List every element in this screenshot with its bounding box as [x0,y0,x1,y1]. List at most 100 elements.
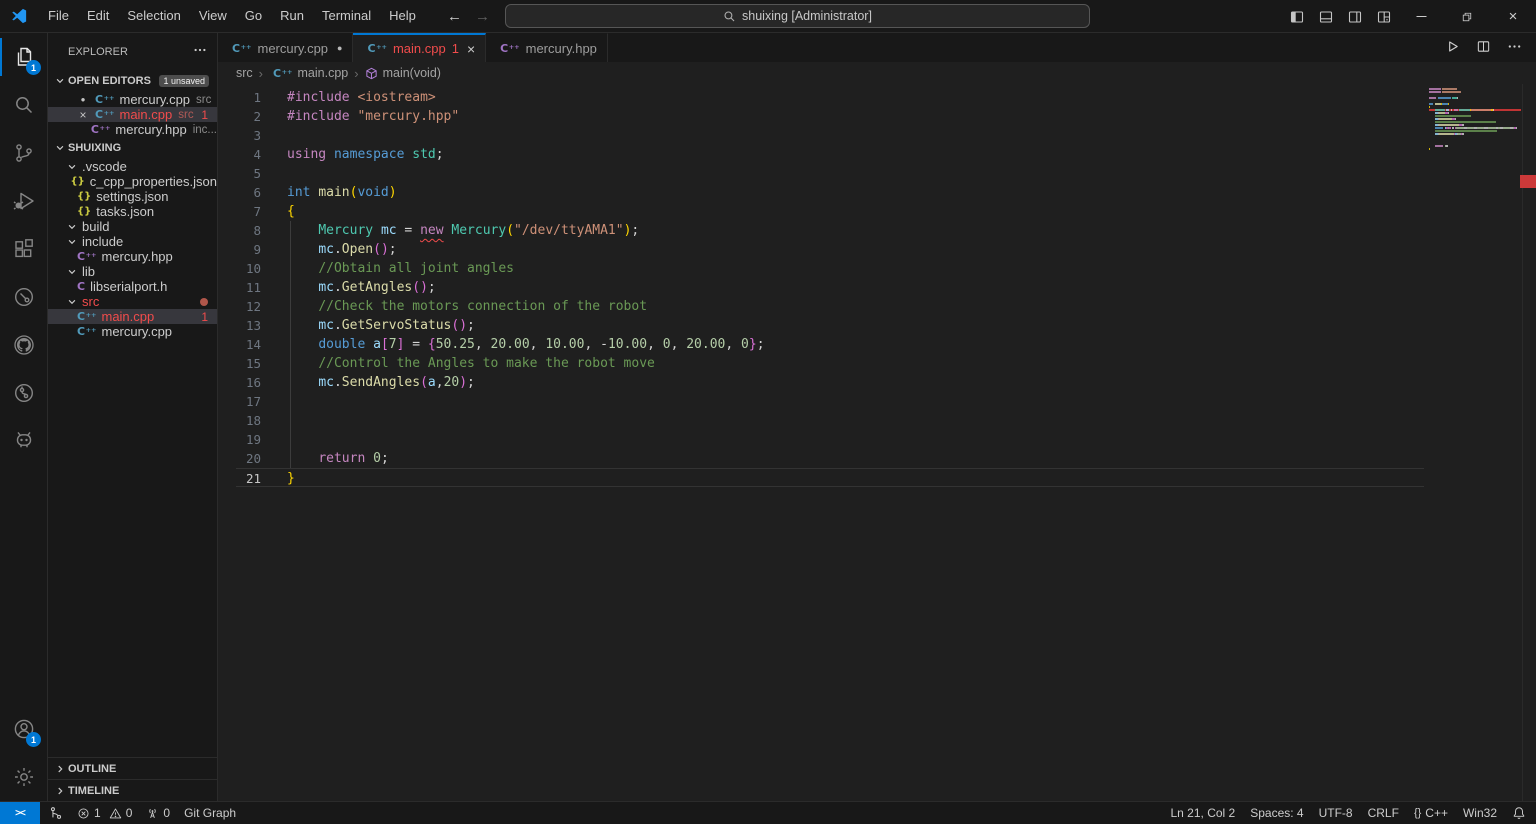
code-line-12[interactable]: 12 //Check the motors connection of the … [218,297,1536,316]
line-number[interactable]: 4 [218,145,261,164]
workspace-header[interactable]: SHUIXING [48,137,217,159]
code-line-1[interactable]: 1#include <iostream> [218,88,1536,107]
code-line-19[interactable]: 19 [218,430,1536,449]
modified-dot-icon[interactable]: ● [75,95,91,104]
code-line-21[interactable]: 21} [236,468,1424,487]
code-line-14[interactable]: 14 double a[7] = {50.25, 20.00, 10.00, -… [218,335,1536,354]
open-editor-item[interactable]: ×C++main.cppsrc1 [48,107,217,122]
code-line-5[interactable]: 5 [218,164,1536,183]
tree-folder-.vscode[interactable]: .vscode [48,159,217,174]
run-button[interactable] [1445,39,1460,57]
open-editor-item[interactable]: ●C++mercury.cppsrc [48,92,217,107]
menu-go[interactable]: Go [236,5,271,27]
code-line-20[interactable]: 20 return 0; [218,449,1536,468]
activity-settings[interactable] [0,753,47,801]
line-number[interactable]: 3 [218,126,261,145]
status-platform[interactable]: Win32 [1459,802,1501,824]
tree-file-tasks.json[interactable]: {}tasks.json [48,204,217,219]
code-line-13[interactable]: 13 mc.GetServoStatus(); [218,316,1536,335]
activity-run-and-debug[interactable] [0,177,47,225]
activity-extensions[interactable] [0,225,47,273]
minimize-button[interactable] [1398,0,1444,33]
code-line-6[interactable]: 6int main(void) [218,183,1536,202]
git-graph-button[interactable]: Git Graph [179,802,241,824]
code-editor[interactable]: 1#include <iostream>2#include "mercury.h… [218,84,1536,801]
code-line-11[interactable]: 11 mc.GetAngles(); [218,278,1536,297]
customize-layout-icon[interactable] [1369,0,1398,33]
line-number[interactable]: 12 [218,297,261,316]
status-indentation[interactable]: Spaces: 4 [1246,802,1307,824]
close-icon[interactable]: × [75,108,91,122]
activity-robot-assistant[interactable] [0,417,47,465]
menu-file[interactable]: File [39,5,78,27]
line-number[interactable]: 6 [218,183,261,202]
code-line-8[interactable]: 8 Mercury mc = new Mercury("/dev/ttyAMA1… [218,221,1536,240]
activity-source-control[interactable] [0,129,47,177]
ports-indicator[interactable]: 0 [141,802,175,824]
status-eol[interactable]: CRLF [1364,802,1403,824]
line-number[interactable]: 8 [218,221,261,240]
breadcrumb-main(void)[interactable]: main(void) [365,66,441,80]
outline-section[interactable]: OUTLINE [48,757,217,779]
tree-file-mercury.cpp[interactable]: C++mercury.cpp [48,324,217,339]
minimap[interactable] [1429,88,1521,151]
breadcrumb-src[interactable]: src [236,66,253,80]
tree-folder-src[interactable]: src [48,294,217,309]
forward-arrow-icon[interactable]: → [475,8,490,25]
open-editors-header[interactable]: OPEN EDITORS 1 unsaved [48,70,217,92]
modified-dot-icon[interactable]: ● [337,43,342,53]
tree-file-c_cpp_properties.json[interactable]: {}c_cpp_properties.json [48,174,217,189]
line-number[interactable]: 21 [218,469,261,486]
line-number[interactable]: 10 [218,259,261,278]
more-actions-icon[interactable] [1507,39,1522,57]
code-line-4[interactable]: 4using namespace std; [218,145,1536,164]
line-number[interactable]: 16 [218,373,261,392]
toggle-panel-icon[interactable] [1311,0,1340,33]
menu-edit[interactable]: Edit [78,5,118,27]
status-cursor-position[interactable]: Ln 21, Col 2 [1167,802,1240,824]
menu-selection[interactable]: Selection [118,5,189,27]
code-line-3[interactable]: 3 [218,126,1536,145]
tree-file-libserialport.h[interactable]: Clibserialport.h [48,279,217,294]
menu-run[interactable]: Run [271,5,313,27]
problems-indicator[interactable]: 1 0 [72,802,137,824]
line-number[interactable]: 7 [218,202,261,221]
code-line-18[interactable]: 18 [218,411,1536,430]
split-editor-button[interactable] [1476,39,1491,57]
line-number[interactable]: 11 [218,278,261,297]
menu-view[interactable]: View [190,5,236,27]
timeline-section[interactable]: TIMELINE [48,779,217,801]
line-number[interactable]: 13 [218,316,261,335]
open-editor-item[interactable]: C++mercury.hppinc... [48,122,217,137]
line-number[interactable]: 15 [218,354,261,373]
activity-git-graph[interactable] [0,369,47,417]
code-line-7[interactable]: 7{ [218,202,1536,221]
line-number[interactable]: 18 [218,411,261,430]
tab-main.cpp[interactable]: C++main.cpp1× [353,33,486,62]
line-number[interactable]: 5 [218,164,261,183]
tree-file-mercury.hpp[interactable]: C++mercury.hpp [48,249,217,264]
tab-mercury.hpp[interactable]: C++mercury.hpp [486,33,608,62]
line-number[interactable]: 17 [218,392,261,411]
activity-accounts[interactable]: 1 [0,705,47,753]
code-line-17[interactable]: 17 [218,392,1536,411]
line-number[interactable]: 9 [218,240,261,259]
tree-file-main.cpp[interactable]: C++main.cpp1 [48,309,217,324]
tree-folder-lib[interactable]: lib [48,264,217,279]
toggle-primary-sidebar-icon[interactable] [1282,0,1311,33]
code-line-9[interactable]: 9 mc.Open(); [218,240,1536,259]
breadcrumb-main.cpp[interactable]: C++main.cpp [269,66,348,80]
git-graph-view-button[interactable] [44,802,68,824]
menu-help[interactable]: Help [380,5,425,27]
line-number[interactable]: 14 [218,335,261,354]
status-notifications[interactable] [1508,802,1530,824]
tab-mercury.cpp[interactable]: C++mercury.cpp● [218,33,353,62]
overview-ruler[interactable] [1522,84,1536,801]
toggle-secondary-sidebar-icon[interactable] [1340,0,1369,33]
status-encoding[interactable]: UTF-8 [1315,802,1357,824]
code-line-15[interactable]: 15 //Control the Angles to make the robo… [218,354,1536,373]
remote-indicator[interactable]: >< [0,802,40,824]
activity-search[interactable] [0,81,47,129]
line-number[interactable]: 20 [218,449,261,468]
explorer-more-actions-icon[interactable] [193,43,207,60]
